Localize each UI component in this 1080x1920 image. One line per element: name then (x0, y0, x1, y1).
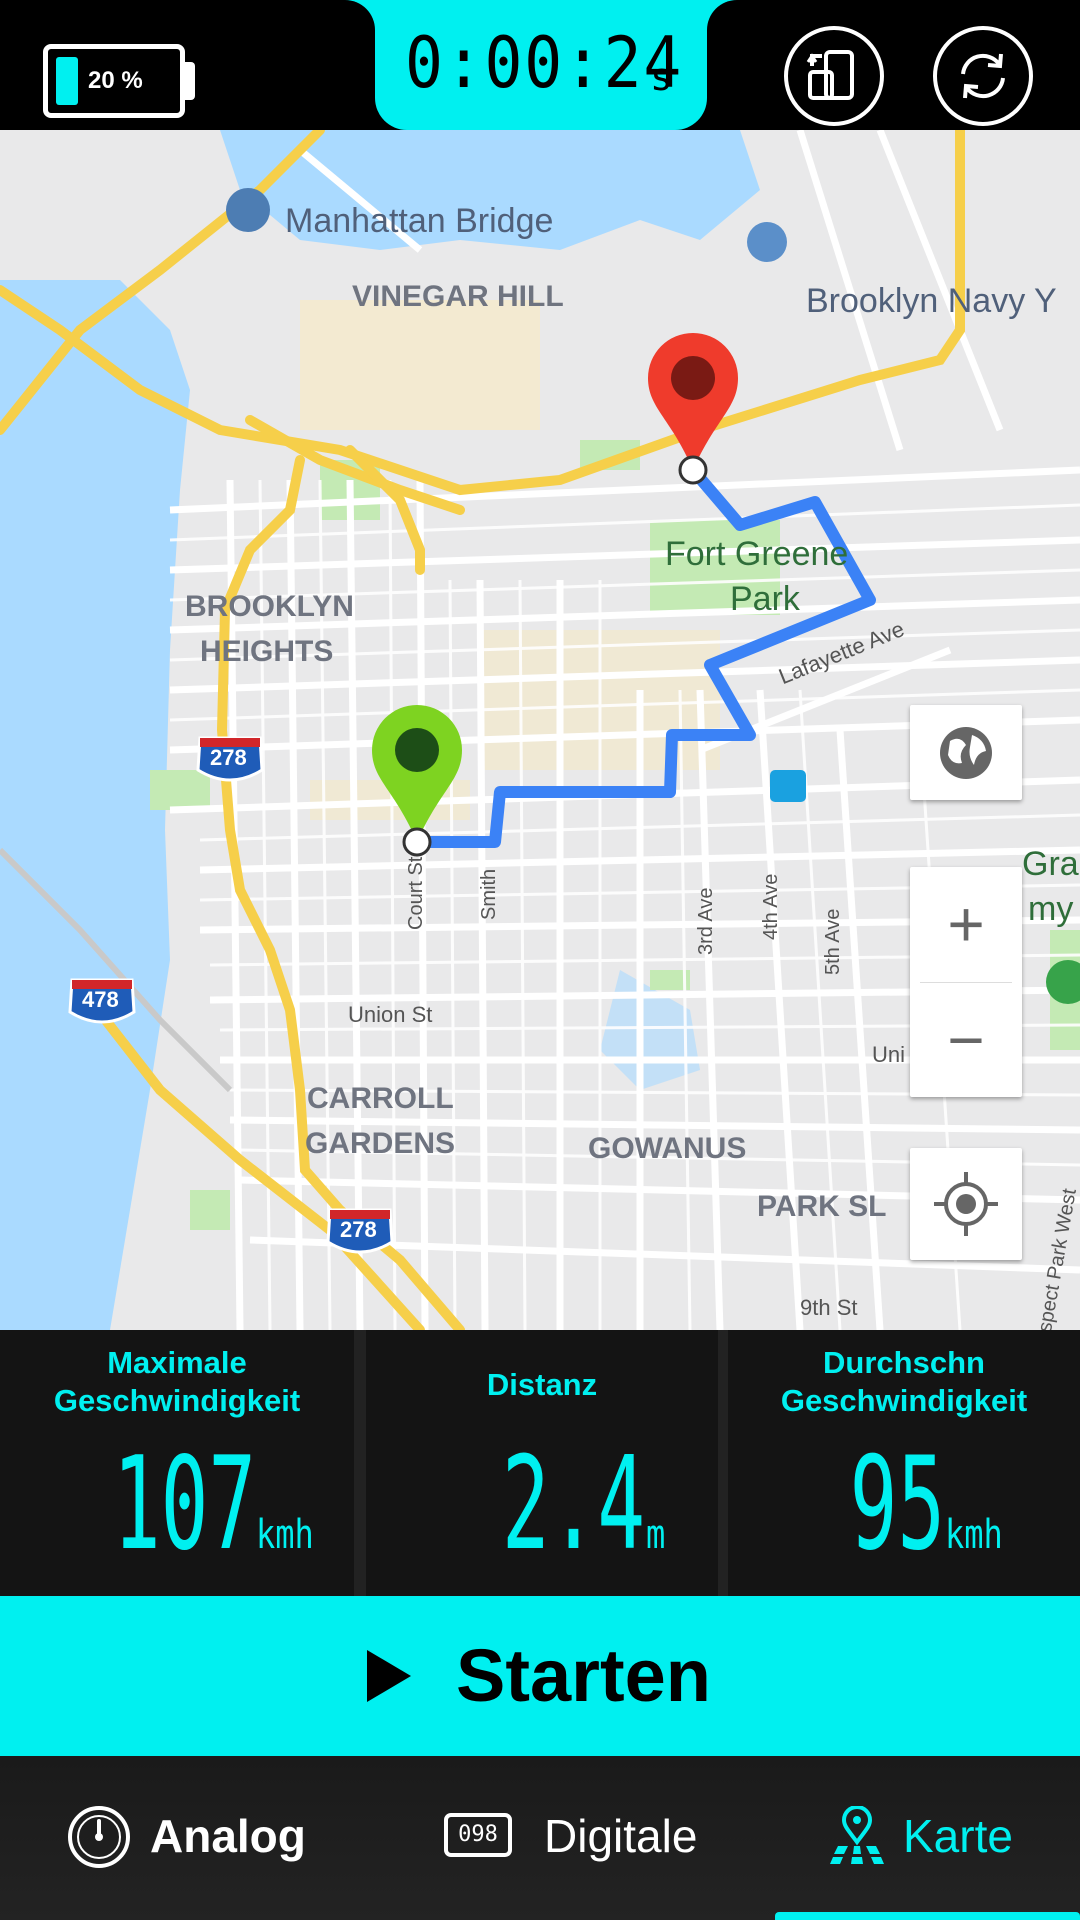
distance-stat: Distanz 2.4m (366, 1330, 718, 1596)
highway-label: 278 (340, 1217, 377, 1242)
locate-icon (934, 1172, 998, 1236)
tab-map-label: Karte (903, 1810, 1013, 1862)
map-label: HEIGHTS (200, 635, 334, 668)
max-speed-title-line1: Maximale (107, 1345, 247, 1380)
battery-indicator: 20 % (43, 44, 185, 118)
avg-speed-title-line1: Durchschn (823, 1345, 985, 1380)
transit-station-icon (770, 770, 806, 802)
max-speed-unit: kmh (256, 1512, 315, 1558)
bottom-nav: Analog 098 Digitale Karte (0, 1756, 1080, 1920)
avg-speed-title: Durchschn Geschwindigkeit (728, 1344, 1080, 1420)
my-location-button[interactable] (910, 1148, 1022, 1260)
map-label: CARROLL (307, 1082, 454, 1115)
digital-display-icon: 098 (444, 1813, 512, 1857)
zoom-controls: + − (910, 867, 1022, 1097)
avg-speed-title-line2: Geschwindigkeit (780, 1383, 1028, 1418)
route-map[interactable]: Manhattan Bridge VINEGAR HILL Brooklyn N… (0, 130, 1080, 1330)
rotate-screen-button[interactable] (784, 26, 884, 126)
speedometer-icon (68, 1806, 130, 1868)
map-label: PARK SL (757, 1190, 887, 1223)
battery-percent: 20 % (88, 67, 143, 94)
map-label: Court St (405, 856, 427, 930)
tab-digital-label: Digitale (544, 1810, 698, 1862)
battery-fill (56, 57, 78, 105)
map-pin-icon (830, 1806, 884, 1864)
map-label: Uni (872, 1042, 906, 1067)
map-label: Fort Greene (665, 535, 849, 573)
distance-value: 2.4 (502, 1430, 646, 1579)
tab-analog[interactable]: Analog (50, 1756, 350, 1920)
map-label: 4th Ave (760, 873, 782, 940)
play-icon (367, 1650, 411, 1702)
navy-yard-poi-icon (747, 222, 787, 262)
bridge-poi-icon (226, 188, 270, 232)
map-label: Brooklyn Navy Y (806, 282, 1057, 320)
map-label: GOWANUS (588, 1132, 747, 1165)
tab-map[interactable]: Karte (830, 1756, 1080, 1920)
max-speed-title-line2: Geschwindigkeit (53, 1383, 301, 1418)
zoom-in-button[interactable]: + (910, 867, 1022, 982)
avg-speed-unit: kmh (944, 1512, 1003, 1558)
map-label: 5th Ave (822, 908, 844, 975)
top-bar: 20 % 0:00:24 s (0, 0, 1080, 130)
reset-button[interactable] (933, 26, 1033, 126)
max-speed-value-row: 107kmh (0, 1430, 354, 1580)
max-speed-value: 107 (113, 1430, 257, 1579)
tab-digital[interactable]: 098 Digitale (440, 1756, 740, 1920)
tab-analog-label: Analog (150, 1810, 306, 1862)
distance-value-row: 2.4m (366, 1430, 718, 1580)
digital-icon-text: 098 (458, 1822, 498, 1847)
start-button[interactable]: Starten (0, 1596, 1080, 1756)
map-label: Smith (478, 868, 500, 920)
distance-unit: m (645, 1512, 665, 1558)
end-pin-icon (647, 332, 738, 485)
stats-panel: Maximale Geschwindigkeit 107kmh Distanz … (0, 1330, 1080, 1596)
max-speed-title: Maximale Geschwindigkeit (0, 1344, 354, 1420)
map-layers-button[interactable] (910, 705, 1022, 800)
avg-speed-value: 95 (849, 1430, 945, 1579)
map-label: Gra (1022, 845, 1079, 883)
globe-icon (940, 727, 992, 779)
avg-speed-value-row: 95kmh (728, 1430, 1080, 1580)
map-label: my (1028, 890, 1074, 928)
map-label: BROOKLYN (185, 590, 354, 623)
map-label: GARDENS (305, 1127, 456, 1160)
map-label: 3rd Ave (695, 887, 717, 955)
map-label: VINEGAR HILL (352, 280, 564, 313)
active-tab-indicator (775, 1912, 1080, 1920)
highway-label: 278 (210, 745, 247, 770)
distance-title: Distanz (486, 1367, 598, 1402)
rotate-screen-icon (806, 50, 854, 100)
zoom-out-button[interactable]: − (910, 983, 1022, 1097)
map-label: 9th St (800, 1295, 858, 1320)
battery-tip (185, 62, 195, 100)
timer-display: 0:00:24 s (375, 0, 707, 130)
timer-corner-right (707, 0, 737, 30)
start-label: Starten (456, 1634, 711, 1717)
timer-value: 0:00:24 (405, 22, 684, 104)
refresh-icon (961, 53, 1005, 99)
max-speed-stat: Maximale Geschwindigkeit 107kmh (0, 1330, 354, 1596)
map-label: Manhattan Bridge (285, 202, 554, 240)
avg-speed-stat: Durchschn Geschwindigkeit 95kmh (728, 1330, 1080, 1596)
map-label: Park (730, 580, 800, 618)
timer-unit: s (650, 55, 673, 99)
map-label: Union St (348, 1002, 433, 1027)
highway-label: 478 (82, 987, 119, 1012)
timer-corner-left (345, 0, 375, 30)
